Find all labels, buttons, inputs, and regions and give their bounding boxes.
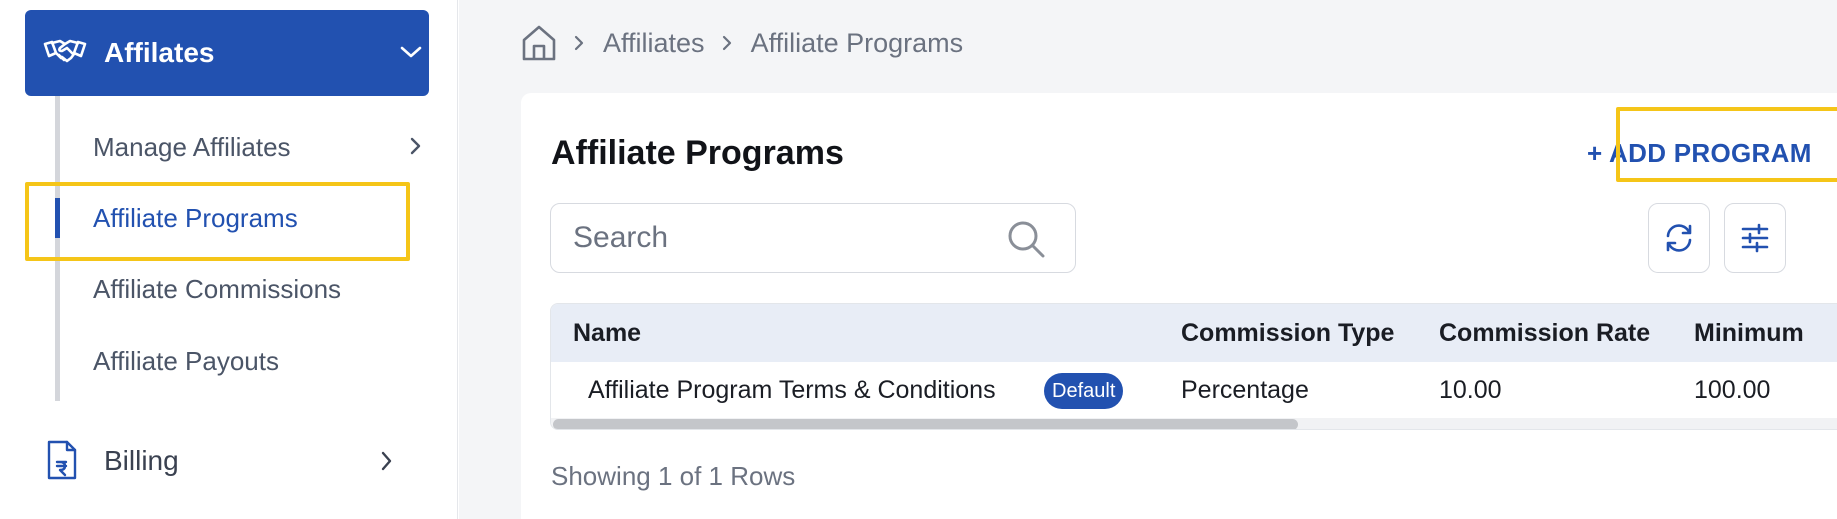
refresh-button[interactable] (1648, 203, 1710, 273)
search-box (550, 203, 1076, 273)
column-header-minimum[interactable]: Minimum (1694, 304, 1804, 362)
breadcrumb: Affiliates Affiliate Programs (521, 22, 979, 64)
cell-commission-rate: 10.00 (1439, 376, 1502, 404)
filter-button[interactable] (1724, 203, 1786, 273)
column-header-name[interactable]: Name (573, 304, 641, 362)
cell-commission-type: Percentage (1181, 376, 1309, 404)
cell-minimum: 100.00 (1694, 376, 1771, 404)
chevron-right-icon (381, 451, 392, 471)
horizontal-scrollbar[interactable] (551, 418, 1837, 429)
programs-card: Affiliate Programs + ADD PROGRAM Search … (521, 93, 1837, 519)
sidebar-group-billing[interactable]: Billing (45, 436, 405, 486)
chevron-right-icon (722, 35, 731, 51)
breadcrumb-item-affiliate-programs: Affiliate Programs (750, 27, 964, 58)
search-input[interactable] (573, 204, 993, 272)
invoice-icon (47, 440, 77, 480)
column-header-commission-rate[interactable]: Commission Rate (1439, 304, 1650, 362)
chevron-right-icon (574, 35, 584, 51)
sidebar-group-affiliates[interactable]: Affilates (25, 10, 429, 96)
breadcrumb-item-affiliates[interactable]: Affiliates (603, 28, 705, 59)
row-count-text: Showing 1 of 1 Rows (551, 461, 796, 491)
sidebar-item-affiliate-payouts[interactable]: Affiliate Payouts (93, 341, 279, 381)
chevron-down-icon (400, 46, 422, 58)
scrollbar-thumb[interactable] (553, 419, 1298, 429)
main-content: Affiliates Affiliate Programs Affiliate … (459, 0, 1837, 519)
programs-table: Name Commission Type Commission Rate Min… (550, 303, 1837, 430)
sidebar-group-label: Affilates (104, 37, 215, 68)
filter-sliders-icon (1741, 223, 1769, 253)
column-header-commission-type[interactable]: Commission Type (1181, 304, 1394, 362)
search-icon[interactable] (1006, 219, 1046, 259)
default-badge: Default (1044, 373, 1124, 409)
page-title: Affiliate Programs (551, 134, 844, 172)
table-header: Name Commission Type Commission Rate Min… (551, 304, 1837, 362)
table-row[interactable]: Affiliate Program Terms & Conditions Def… (551, 362, 1837, 418)
sidebar-group-label: Billing (104, 445, 179, 476)
cell-name[interactable]: Affiliate Program Terms & Conditions (588, 362, 996, 418)
handshake-icon (43, 39, 87, 63)
refresh-icon (1666, 224, 1692, 252)
add-program-button[interactable]: + ADD PROGRAM (1587, 128, 1812, 178)
home-icon[interactable] (521, 24, 557, 62)
active-item-indicator (55, 198, 60, 238)
submenu-tree-line (55, 96, 60, 401)
sidebar-item-manage-affiliates[interactable]: Manage Affiliates (93, 127, 291, 167)
chevron-right-icon (410, 137, 421, 155)
sidebar: Affilates Manage Affiliates Affiliate Pr… (0, 0, 458, 519)
sidebar-item-affiliate-programs[interactable]: Affiliate Programs (93, 198, 298, 238)
sidebar-item-affiliate-commissions[interactable]: Affiliate Commissions (93, 269, 341, 309)
